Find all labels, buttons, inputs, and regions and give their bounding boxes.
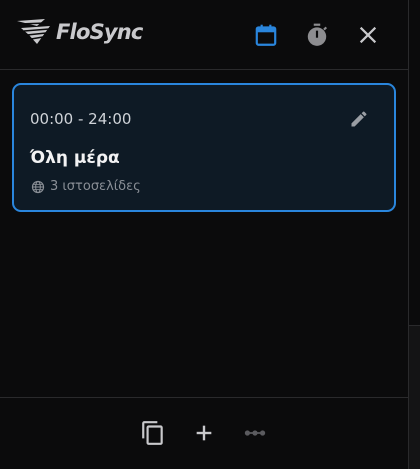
calendar-icon	[255, 24, 277, 46]
pencil-icon	[351, 111, 367, 127]
schedule-title: Όλη μέρα	[30, 148, 120, 168]
schedule-time-range: 00:00 - 24:00	[30, 110, 132, 128]
schedule-card[interactable]: 00:00 - 24:00 Όλη μέρα 3 ιστοσελίδες	[12, 83, 396, 212]
globe-icon	[31, 180, 45, 193]
close-icon	[359, 26, 377, 44]
app-logo: FloSync	[15, 18, 143, 46]
header-bar: FloSync	[0, 0, 408, 70]
schedule-sites-label: 3 ιστοσελίδες	[50, 179, 141, 194]
scrollbar[interactable]	[408, 0, 420, 469]
flosync-logo-icon	[17, 19, 50, 44]
timer-icon	[307, 23, 328, 46]
close-button[interactable]	[353, 20, 383, 50]
schedule-sites: 3 ιστοσελίδες	[31, 179, 141, 194]
calendar-button[interactable]	[251, 20, 281, 50]
app-title: FloSync	[56, 20, 143, 44]
add-icon	[196, 425, 212, 441]
scrollbar-thumb[interactable]	[409, 0, 420, 326]
more-button[interactable]	[240, 418, 270, 448]
footer-toolbar	[0, 397, 408, 469]
more-icon	[244, 430, 266, 436]
timer-button[interactable]	[302, 20, 332, 50]
edit-schedule-button[interactable]	[346, 106, 372, 132]
copy-button[interactable]	[138, 418, 168, 448]
copy-icon	[142, 421, 163, 445]
add-button[interactable]	[189, 418, 219, 448]
